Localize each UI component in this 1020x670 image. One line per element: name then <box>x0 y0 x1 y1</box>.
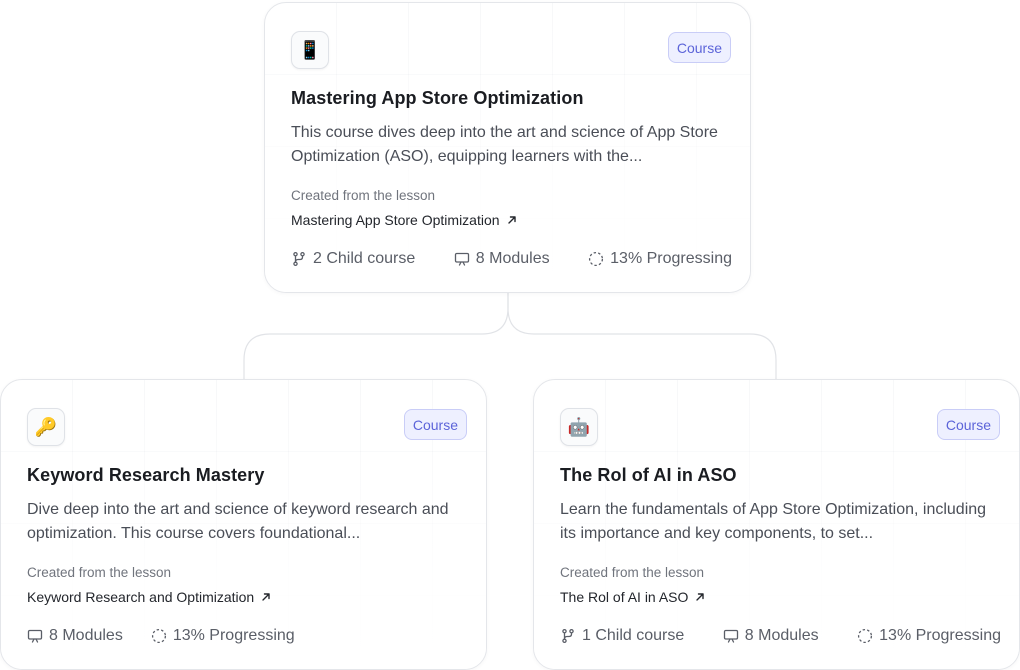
course-card-child-ai[interactable]: 🤖 Course The Rol of AI in ASO Learn the … <box>533 379 1020 670</box>
lesson-link[interactable]: Keyword Research and Optimization <box>27 589 272 605</box>
module-count: 8 Modules <box>27 627 123 645</box>
course-badge: Course <box>936 409 1000 440</box>
module-count: 8 Modules <box>454 250 550 268</box>
git-branch-icon <box>293 251 305 267</box>
course-card-child-keyword[interactable]: 🔑 Course Keyword Research Mastery Dive d… <box>0 379 487 670</box>
course-badge: Course <box>403 409 467 440</box>
progress-status: 13% Progressing <box>151 627 295 645</box>
lesson-link-text: Keyword Research and Optimization <box>27 589 255 605</box>
mobile-phone-icon: 📱 <box>291 31 329 69</box>
course-stats: 2 Child course 8 Modules 13% Progressing <box>291 250 732 268</box>
robot-icon: 🤖 <box>560 408 598 446</box>
arrow-up-right-icon <box>507 216 516 224</box>
progress-status: 13% Progressing <box>857 627 1001 645</box>
progress-status: 13% Progressing <box>588 250 732 268</box>
course-title[interactable]: The Rol of AI in ASO <box>560 465 737 486</box>
course-title[interactable]: Keyword Research Mastery <box>27 465 265 486</box>
course-description: This course dives deep into the art and … <box>291 124 718 165</box>
course-stats: 8 Modules 13% Progressing <box>27 627 468 645</box>
course-badge: Course <box>667 32 731 63</box>
git-branch-icon <box>562 628 574 644</box>
lesson-link[interactable]: The Rol of AI in ASO <box>560 589 706 605</box>
dashed-circle-progress-icon <box>151 628 166 644</box>
lesson-link-text: The Rol of AI in ASO <box>560 589 689 605</box>
presentation-board-icon <box>27 629 43 643</box>
presentation-board-icon <box>454 252 469 266</box>
course-card-parent[interactable]: 📱 Course Mastering App Store Optimizatio… <box>264 2 751 293</box>
arrow-up-right-icon <box>696 593 705 601</box>
dashed-circle-progress-icon <box>589 251 604 267</box>
created-from-label: Created from the lesson <box>560 565 705 580</box>
course-description: Dive deep into the art and science of ke… <box>27 501 449 542</box>
created-from-label: Created from the lesson <box>27 565 172 580</box>
lesson-link-text: Mastering App Store Optimization <box>291 212 500 228</box>
child-course-count: 2 Child course <box>291 250 415 268</box>
course-description: Learn the fundamentals of App Store Opti… <box>560 501 987 542</box>
dashed-circle-progress-icon <box>858 628 873 644</box>
course-stats: 1 Child course 8 Modules 13% Progressing <box>560 627 1001 645</box>
presentation-board-icon <box>723 629 738 643</box>
child-course-count: 1 Child course <box>560 627 684 645</box>
module-count: 8 Modules <box>723 627 819 645</box>
created-from-label: Created from the lesson <box>291 188 436 203</box>
course-title[interactable]: Mastering App Store Optimization <box>291 88 584 109</box>
lesson-link[interactable]: Mastering App Store Optimization <box>291 212 518 228</box>
arrow-up-right-icon <box>262 593 270 601</box>
key-icon: 🔑 <box>27 408 65 446</box>
